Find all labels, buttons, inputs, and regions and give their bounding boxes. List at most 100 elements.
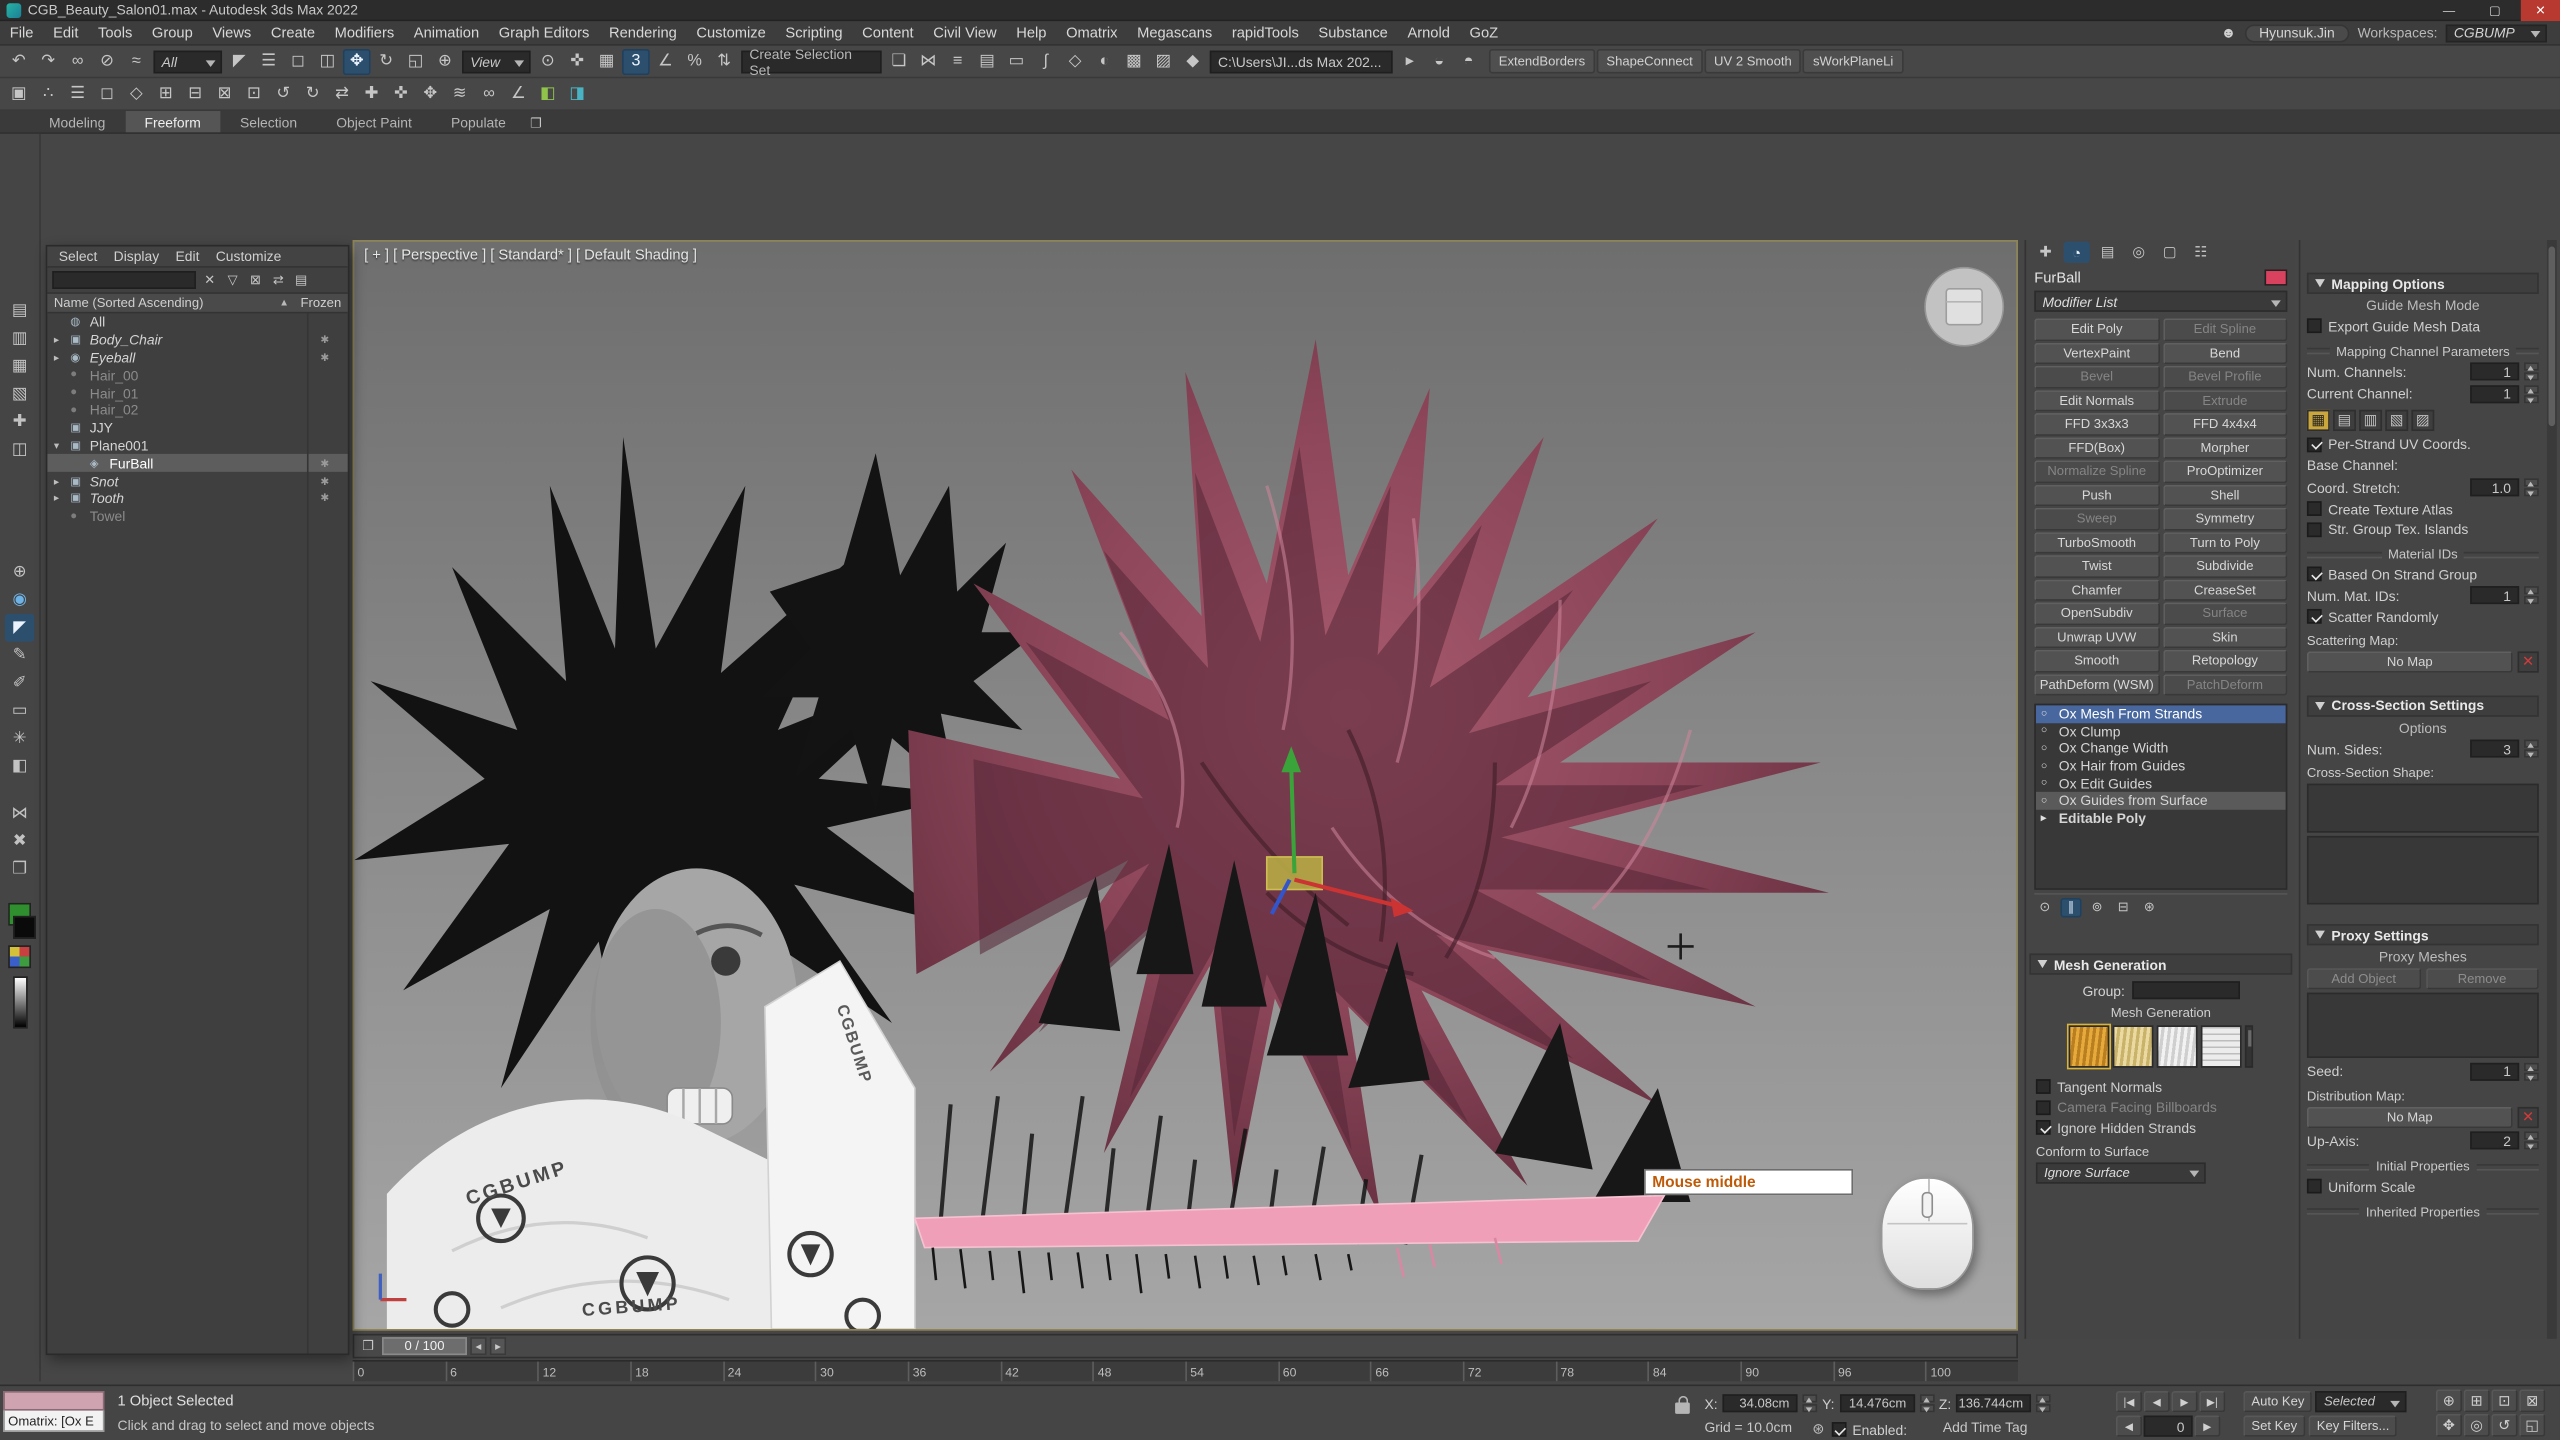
rollout-header-mesh-generation[interactable]: Mesh Generation — [2029, 953, 2292, 974]
uv-channel-4-icon[interactable]: ▧ — [2385, 409, 2408, 430]
snaps-toggle-3d-icon[interactable]: 3 — [622, 48, 650, 74]
visibility-bulb-icon[interactable]: ○ — [2041, 743, 2054, 754]
zoom-extents-icon[interactable]: ⊡ — [2491, 1389, 2517, 1412]
tree-row[interactable]: ◈ FurBall ✱ — [47, 454, 347, 472]
uv-channel-1-icon[interactable]: ▦ — [2307, 409, 2330, 430]
checkbox-row[interactable]: Tangent Normals — [2036, 1078, 2286, 1097]
menu-item[interactable]: Substance — [1309, 21, 1398, 44]
num-channels-spinner[interactable] — [2524, 363, 2539, 381]
go-to-start-icon[interactable]: |◀ — [2116, 1391, 2142, 1412]
select-by-name-icon[interactable]: ☰ — [255, 48, 283, 74]
detach-tool-icon[interactable]: ✜ — [387, 81, 415, 107]
viewcube[interactable] — [1925, 268, 2003, 346]
keyboard-shortcut-override-icon[interactable]: ▦ — [593, 48, 621, 74]
y-coordinate-field[interactable]: 14.476cm — [1839, 1394, 1914, 1412]
viewport-canvas[interactable]: CGBUMP CGBUMP CGBUMP — [354, 242, 2016, 1329]
modifier-button[interactable]: FFD 4x4x4 — [2162, 413, 2287, 435]
select-and-manipulate-icon[interactable]: ✜ — [563, 48, 591, 74]
mirror-dock-icon[interactable]: ⋈ — [5, 800, 34, 828]
toggle-ribbon-icon[interactable]: ▭ — [1002, 48, 1030, 74]
modifier-list-dropdown[interactable]: Modifier List — [2034, 291, 2287, 312]
remove-button[interactable]: Remove — [2425, 968, 2538, 989]
checkbox[interactable] — [2307, 319, 2322, 334]
utilities-tab-icon[interactable]: ☷ — [2188, 242, 2214, 263]
configure-modifier-sets-icon[interactable]: ⊛ — [2139, 897, 2160, 917]
modifier-button[interactable]: CreaseSet — [2162, 579, 2287, 601]
modifier-button[interactable]: Symmetry — [2162, 508, 2287, 530]
num-channels-field[interactable]: 1 — [2470, 363, 2519, 381]
color-palette-icon[interactable] — [8, 945, 31, 968]
menu-item[interactable]: Arnold — [1398, 21, 1460, 44]
visibility-bulb-icon[interactable]: ○ — [2041, 777, 2054, 788]
proxy-mesh-list[interactable] — [2307, 993, 2539, 1058]
coord-stretch-spinner[interactable] — [2524, 479, 2539, 497]
tree-row[interactable]: ● Hair_01 — [47, 384, 347, 402]
coord-stretch-field[interactable]: 1.0 — [2470, 479, 2519, 497]
num-mat-ids-spinner[interactable] — [2524, 587, 2539, 605]
z-spinner[interactable] — [2036, 1394, 2051, 1412]
menu-item[interactable]: Group — [142, 21, 202, 44]
workspace-dropdown[interactable]: CGBUMP — [2446, 24, 2547, 42]
modifier-button[interactable]: PatchDeform — [2162, 673, 2287, 695]
user-account-icon[interactable]: ☻ — [2221, 24, 2236, 40]
menu-item[interactable]: Scripting — [776, 21, 853, 44]
search-input[interactable] — [52, 271, 196, 289]
set-key-button[interactable]: Set Key — [2243, 1416, 2305, 1437]
visibility-bulb-icon[interactable]: ○ — [2041, 795, 2054, 806]
current-frame-field[interactable]: 0 — [2144, 1416, 2193, 1437]
next-frame-arrow[interactable]: ▸ — [490, 1337, 506, 1355]
angle-constraint-icon[interactable]: ∠ — [504, 81, 532, 107]
toolbar-script-button[interactable]: sWorkPlaneLi — [1803, 49, 1903, 73]
auto-key-button[interactable]: Auto Key — [2243, 1391, 2312, 1412]
zoom-region-icon[interactable]: ⊠ — [2519, 1389, 2545, 1412]
listener-script-line[interactable]: Omatrix: [Ox E — [3, 1411, 104, 1432]
viewport-config-icon[interactable]: ◓ — [1455, 48, 1483, 74]
play-animation-icon[interactable]: ▶ — [2171, 1391, 2197, 1412]
modifier-stack-item[interactable]: ▸ Editable Poly — [2036, 809, 2286, 826]
rollout-header-mapping-options[interactable]: Mapping Options — [2307, 273, 2539, 294]
mesh-preset-hair-light-thumbnail[interactable] — [2113, 1025, 2154, 1067]
str-group-tex-islands-checkbox-row[interactable]: Str. Group Tex. Islands — [2307, 520, 2539, 539]
checkbox[interactable] — [2307, 1179, 2322, 1194]
title-bar[interactable]: CGB_Beauty_Salon01.max - Autodesk 3ds Ma… — [0, 0, 2560, 21]
palette-icon[interactable]: ❒ — [5, 856, 34, 884]
mesh-preset-card-thumbnail[interactable] — [2201, 1025, 2242, 1067]
paint-select-icon[interactable]: ◧ — [534, 81, 562, 107]
modifier-button[interactable]: Skin — [2162, 626, 2287, 648]
smooth-brush-icon[interactable]: ≋ — [446, 81, 474, 107]
filter-icon[interactable]: ▽ — [222, 270, 243, 290]
modifier-button[interactable]: Retopology — [2162, 650, 2287, 672]
project-path-field[interactable]: C:\Users\JI...ds Max 202... — [1210, 50, 1393, 73]
checkbox[interactable] — [2307, 502, 2322, 517]
modifier-button[interactable]: Chamfer — [2034, 579, 2159, 601]
toggle-scene-explorer-icon[interactable]: ▤ — [973, 48, 1001, 74]
menu-item[interactable]: Megascans — [1127, 21, 1222, 44]
menu-item[interactable]: Views — [203, 21, 262, 44]
sync-selection-icon[interactable]: ⇄ — [268, 270, 289, 290]
pan-view-icon[interactable]: ✥ — [2436, 1414, 2462, 1437]
rollout-header-cross-section[interactable]: Cross-Section Settings — [2307, 695, 2539, 716]
ribbon-tab[interactable]: Freeform — [125, 111, 220, 132]
delete-dock-icon[interactable]: ✖ — [5, 828, 34, 856]
z-coordinate-field[interactable]: 136.744cm — [1956, 1394, 2031, 1412]
percent-snap-toggle-icon[interactable]: % — [681, 48, 709, 74]
modifier-button[interactable]: Turn to Poly — [2162, 531, 2287, 553]
material-editor-icon[interactable]: ◐ — [1091, 48, 1119, 74]
menu-item[interactable]: Omatrix — [1056, 21, 1127, 44]
num-sides-field[interactable]: 3 — [2470, 740, 2519, 758]
rectangular-selection-region-icon[interactable]: ◻ — [284, 48, 312, 74]
select-cursor-tool-icon[interactable]: ◤ — [5, 614, 34, 642]
clear-search-icon[interactable]: ✕ — [199, 270, 220, 290]
container-explorer-icon[interactable]: ▦ — [5, 353, 34, 381]
background-color-swatch[interactable] — [13, 916, 36, 939]
maxscript-mini-listener[interactable]: Omatrix: [Ox E — [3, 1391, 104, 1432]
spray-tool-icon[interactable]: ✳ — [5, 725, 34, 753]
checkbox-row[interactable]: Ignore Hidden Strands — [2036, 1118, 2286, 1137]
modifier-button[interactable]: Edit Poly — [2034, 318, 2159, 340]
select-and-scale-icon[interactable]: ◱ — [402, 48, 430, 74]
make-unique-icon[interactable]: ⊚ — [2087, 897, 2108, 917]
menu-item[interactable]: Create — [261, 21, 325, 44]
modifier-button[interactable]: Twist — [2034, 555, 2159, 577]
modifier-button[interactable]: Push — [2034, 484, 2159, 506]
explorer-settings-icon[interactable]: ▤ — [291, 270, 312, 290]
